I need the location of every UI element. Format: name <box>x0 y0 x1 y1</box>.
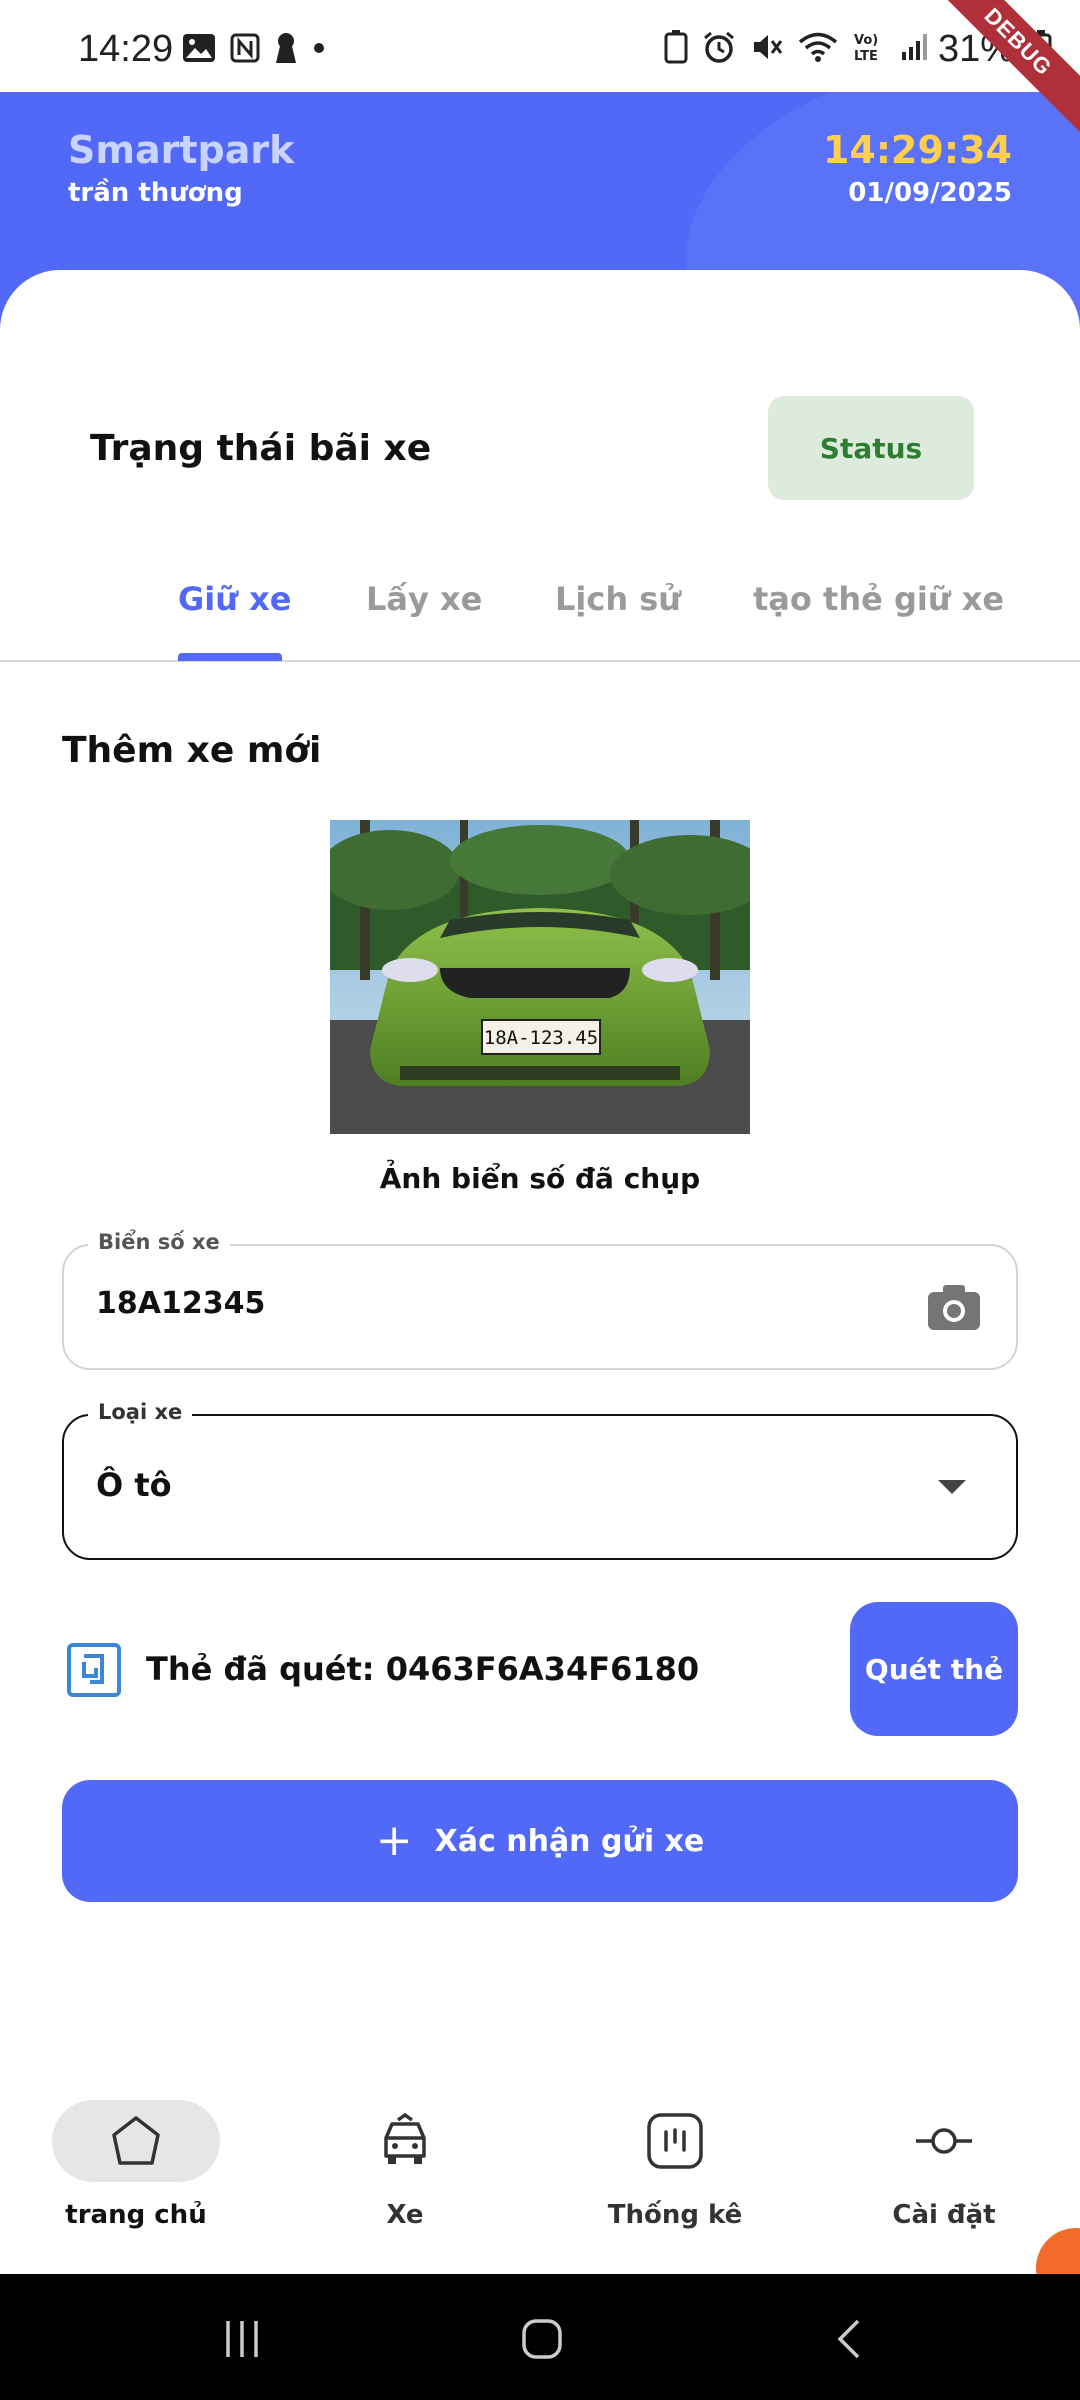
plate-field-value[interactable]: 18A12345 <box>96 1286 265 1321</box>
nav-item-home[interactable]: trang chủ <box>36 2100 236 2250</box>
alarm-icon <box>704 31 734 63</box>
nfc-card-icon <box>67 1643 121 1697</box>
scanned-card-text: Thẻ đã quét: 0463F6A34F6180 <box>146 1650 700 1688</box>
tab-lay-xe[interactable]: Lấy xe <box>366 580 482 618</box>
car-icon <box>384 2112 426 2164</box>
confirm-parking-button[interactable]: + Xác nhận gửi xe <box>62 1780 1018 1902</box>
header-clock: 14:29:34 <box>822 128 1012 172</box>
photo-caption: Ảnh biển số đã chụp <box>379 1162 701 1195</box>
nav-label-vehicles: Xe <box>386 2200 424 2230</box>
settings-icon <box>916 2128 972 2154</box>
keyhole-icon <box>276 33 296 63</box>
type-field-value: Ô tô <box>96 1466 172 1504</box>
status-time: 14:29 <box>78 28 174 70</box>
scan-card-button[interactable]: Quét thẻ <box>850 1602 1018 1736</box>
nav-stats-wrap <box>591 2100 759 2182</box>
bottom-navigation: trang chủ Xe Thống kê Cài đặt <box>0 2080 1080 2275</box>
mute-icon <box>754 35 783 59</box>
status-button[interactable]: Status <box>768 396 974 500</box>
vehicle-type-select[interactable]: Loại xe Ô tô <box>62 1400 1018 1560</box>
battery-saver-icon <box>664 30 688 64</box>
nav-item-settings[interactable]: Cài đặt <box>844 2100 1044 2250</box>
camera-icon[interactable] <box>926 1280 982 1336</box>
back-icon <box>837 2319 860 2359</box>
app-name: Smartpark <box>68 128 295 172</box>
system-navigation-bar <box>0 2274 1080 2400</box>
chevron-down-icon[interactable] <box>938 1480 966 1494</box>
plate-field-label: Biển số xe <box>88 1230 230 1254</box>
plate-photo[interactable]: 18A-123.45 <box>330 820 750 1134</box>
photo-plate-text: 18A-123.45 <box>484 1027 598 1049</box>
car-photo-illustration: 18A-123.45 <box>330 820 750 1134</box>
gallery-icon <box>183 34 215 62</box>
confirm-button-label: Xác nhận gửi xe <box>434 1823 705 1859</box>
user-name: trần thương <box>68 178 243 208</box>
home-button-icon <box>522 2319 562 2359</box>
dot-icon <box>314 43 324 53</box>
nav-label-home: trang chủ <box>65 2200 207 2230</box>
type-field-label: Loại xe <box>88 1400 193 1424</box>
tab-indicator <box>178 653 282 661</box>
svg-text:Vo): Vo) <box>854 33 878 48</box>
nav-label-settings: Cài đặt <box>892 2200 996 2230</box>
nav-vehicles-wrap <box>321 2100 489 2182</box>
tab-bar: Giữ xe Lấy xe Lịch sử tạo thẻ giữ xe <box>0 560 1080 662</box>
tab-lich-su[interactable]: Lịch sử <box>555 580 681 618</box>
recent-apps-icon <box>226 2321 258 2357</box>
tab-tao-the-giu-xe[interactable]: tạo thẻ giữ xe <box>753 580 1004 618</box>
header-date: 01/09/2025 <box>848 178 1012 208</box>
home-icon <box>112 2116 160 2165</box>
stats-icon <box>647 2113 703 2169</box>
home-button[interactable] <box>512 2314 572 2364</box>
parking-status-title: Trạng thái bãi xe <box>90 428 432 469</box>
plate-number-field[interactable]: Biển số xe 18A12345 <box>62 1230 1018 1370</box>
nav-item-stats[interactable]: Thống kê <box>575 2100 775 2250</box>
section-title: Thêm xe mới <box>62 730 322 771</box>
plus-icon: + <box>375 1815 413 1866</box>
signal-icon <box>902 34 927 60</box>
back-button[interactable] <box>820 2314 880 2364</box>
status-bar: 14:29 Vo) LTE 31% <box>0 0 1080 92</box>
status-notification-icons <box>182 32 326 64</box>
nav-label-stats: Thống kê <box>607 2200 743 2230</box>
wifi-icon <box>798 32 838 62</box>
nfc-status-icon <box>230 33 260 63</box>
recent-apps-button[interactable] <box>212 2314 272 2364</box>
tab-giu-xe[interactable]: Giữ xe <box>178 580 292 618</box>
nav-item-vehicles[interactable]: Xe <box>305 2100 505 2250</box>
nav-home-indicator <box>52 2100 220 2182</box>
status-system-icons: Vo) LTE <box>664 30 930 64</box>
nav-settings-wrap <box>860 2100 1028 2182</box>
svg-text:LTE: LTE <box>854 49 878 63</box>
volte-icon: Vo)LTE <box>854 33 878 63</box>
